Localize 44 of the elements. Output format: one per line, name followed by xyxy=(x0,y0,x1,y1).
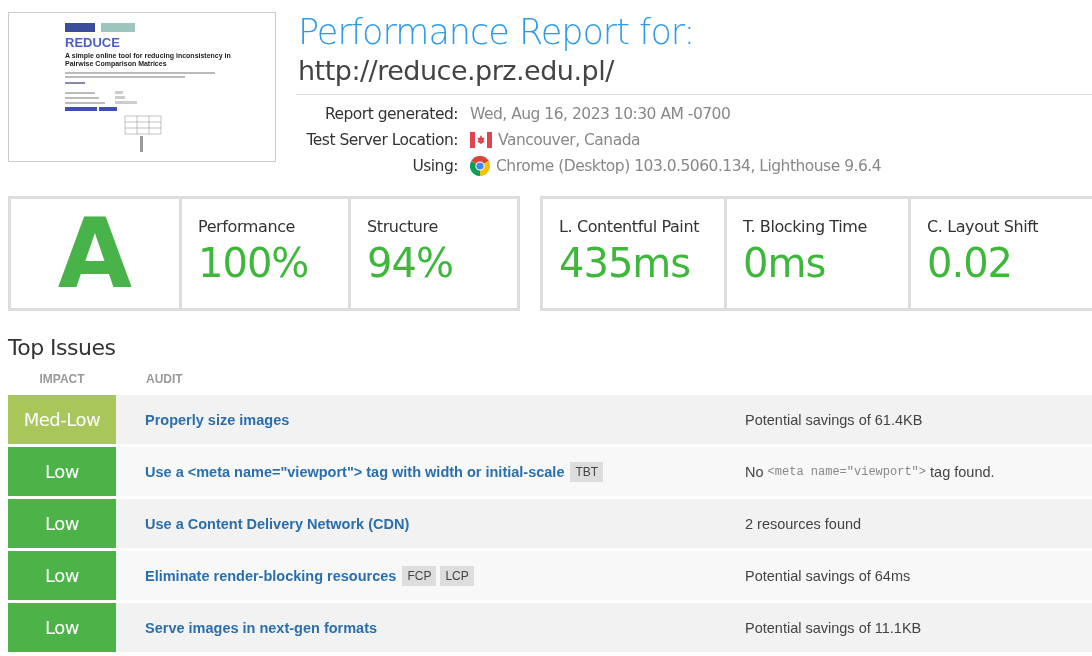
metric-label: L. Contentful Paint xyxy=(559,217,701,236)
metric-tag: TBT xyxy=(570,461,604,482)
metric-value: 0.02 xyxy=(927,240,1014,286)
metric-label: Performance xyxy=(198,217,296,236)
audit-details: Potential savings of 64ms xyxy=(744,566,911,586)
metric-label: Structure xyxy=(367,217,439,236)
impact-badge: Low xyxy=(8,447,116,496)
metric-tag: FCP xyxy=(402,565,437,586)
info-label: Report generated: xyxy=(323,104,458,125)
metric-value: 94% xyxy=(367,240,454,286)
report-url: http://reduce.prz.edu.pl/ xyxy=(298,54,616,88)
impact-badge: Low xyxy=(8,551,116,600)
grade-letter: A xyxy=(11,199,179,308)
info-value: Vancouver, Canada xyxy=(498,130,640,151)
screenshot-title: REDUCE xyxy=(65,36,121,50)
info-value: Wed, Aug 16, 2023 10:30 AM -0700 xyxy=(470,104,731,125)
audit-details: No <meta name="viewport"> tag found. xyxy=(744,462,995,482)
impact-badge: Low xyxy=(8,603,116,652)
audit-link[interactable]: Eliminate render-blocking resources xyxy=(145,567,397,584)
audit-link[interactable]: Properly size images xyxy=(145,411,290,428)
metric-label: T. Blocking Time xyxy=(743,217,868,236)
column-header: IMPACT xyxy=(38,372,86,386)
audit-details: 2 resources found xyxy=(744,514,862,534)
logos-drawing xyxy=(65,23,135,32)
audit-details: Potential savings of 61.4KB xyxy=(744,410,923,430)
audit-link[interactable]: Use a <meta name="viewport"> tag with width or initial-scale xyxy=(145,463,565,480)
column-header: AUDIT xyxy=(146,372,183,386)
section-title: Top Issues xyxy=(7,334,117,362)
audit-link[interactable]: Serve images in next-gen formats xyxy=(145,619,378,636)
metric-tag: LCP xyxy=(440,565,474,586)
flag-icon xyxy=(470,132,492,148)
metric-value: 0ms xyxy=(743,240,827,286)
metric-label: C. Layout Shift xyxy=(927,217,1040,236)
audit-details: Potential savings of 11.1KB xyxy=(744,618,922,638)
metric-value: 435ms xyxy=(559,240,692,286)
impact-badge: Med-Low xyxy=(8,395,116,444)
metric-value: 100% xyxy=(198,240,310,286)
info-value: Chrome (Desktop) 103.0.5060.134, Lighthouse 9.6.4 xyxy=(496,156,882,177)
browser-icon xyxy=(470,156,490,176)
audit-link[interactable]: Use a Content Delivery Network (CDN) xyxy=(145,515,410,532)
report-heading: Performance Report for: xyxy=(298,12,696,52)
info-label: Using: xyxy=(411,156,458,177)
impact-badge: Low xyxy=(8,499,116,548)
info-label: Test Server Location: xyxy=(305,130,458,151)
